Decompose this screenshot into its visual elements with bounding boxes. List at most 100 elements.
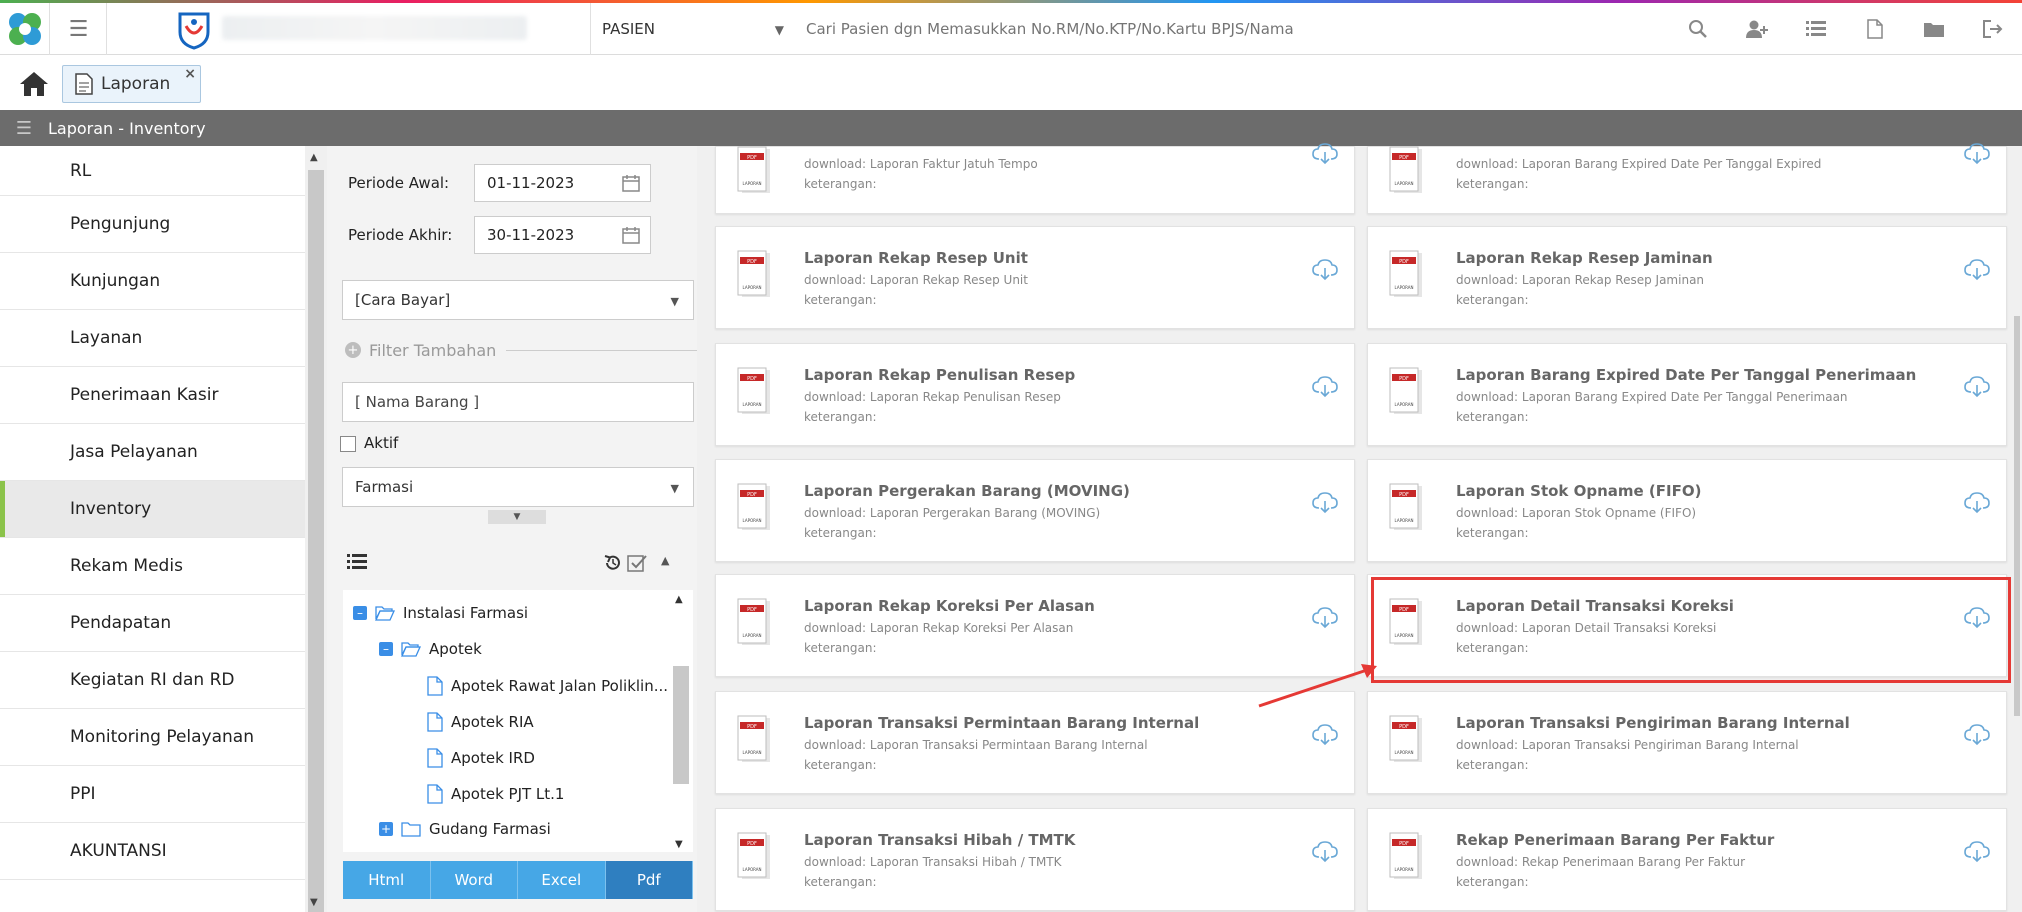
report-title[interactable]: Laporan Stok Opname (FIFO)	[1456, 482, 1701, 500]
export-excel-button[interactable]: Excel	[518, 861, 606, 899]
sidebar-item-pendapatan[interactable]: Pendapatan	[0, 595, 305, 652]
cloud-download-icon[interactable]	[1964, 376, 1990, 402]
scroll-down-icon[interactable]: ▼	[310, 897, 318, 908]
folder-icon[interactable]	[1904, 3, 1963, 55]
tab-laporan[interactable]: Laporan ×	[62, 65, 201, 103]
pdf-file-icon[interactable]	[1845, 3, 1904, 55]
sidebar-item-kunjungan[interactable]: Kunjungan	[0, 253, 305, 310]
tree-node-apotek[interactable]: – Apotek	[379, 640, 482, 658]
report-title[interactable]: Laporan Rekap Resep Unit	[804, 249, 1028, 267]
cloud-download-icon[interactable]	[1312, 376, 1338, 402]
scroll-up-icon[interactable]: ▲	[310, 152, 318, 163]
cloud-download-icon[interactable]	[1964, 143, 1990, 169]
sidebar-item-layanan[interactable]: Layanan	[0, 310, 305, 367]
tree-scrollbar[interactable]: ▲ ▼	[670, 590, 692, 852]
tree-node-apotek-ria[interactable]: Apotek RIA	[427, 712, 534, 732]
periode-akhir-input[interactable]: 30-11-2023	[474, 216, 651, 254]
tree-node-apotek-pjt[interactable]: Apotek PJT Lt.1	[427, 784, 564, 804]
report-card[interactable]: PDF LAPORAN Laporan Transaksi Hibah / TMTK…	[715, 808, 1355, 911]
sidebar-item-pengunjung[interactable]: Pengunjung	[0, 196, 305, 253]
add-user-icon[interactable]	[1727, 3, 1786, 55]
sidebar-item-monitoring-pelayanan[interactable]: Monitoring Pelayanan	[0, 709, 305, 766]
menu-icon[interactable]: ☰	[51, 3, 107, 55]
report-card[interactable]: PDF LAPORAN Laporan Rekap Penulisan Resep d…	[715, 343, 1355, 446]
report-card[interactable]: PDF LAPORAN Laporan Transaksi Pengiriman B…	[1367, 691, 2007, 794]
menu-icon[interactable]: ☰	[0, 118, 48, 139]
sidebar-item-rl[interactable]: RL	[0, 146, 305, 196]
unit-select[interactable]: Farmasi ▼	[342, 467, 694, 507]
report-card[interactable]: PDF LAPORAN Rekap Penerimaan Barang Per Fa…	[1367, 808, 2007, 911]
app-logo-icon[interactable]	[0, 3, 50, 55]
export-pdf-button[interactable]: Pdf	[605, 861, 693, 899]
export-word-button[interactable]: Word	[430, 861, 518, 899]
reset-icon[interactable]	[603, 553, 623, 573]
sidebar-scrollbar[interactable]: ▲ ▼	[305, 146, 327, 912]
export-html-button[interactable]: Html	[343, 861, 431, 899]
cloud-download-icon[interactable]	[1312, 841, 1338, 867]
tree-node-gudang-farmasi[interactable]: + Gudang Farmasi	[379, 820, 551, 838]
cloud-download-icon[interactable]	[1312, 607, 1338, 633]
calendar-icon[interactable]	[622, 174, 640, 196]
sidebar-item-kegiatan-ri-rd[interactable]: Kegiatan RI dan RD	[0, 652, 305, 709]
cara-bayar-select[interactable]: [Cara Bayar] ▼	[342, 280, 694, 320]
check-all-icon[interactable]	[627, 553, 647, 573]
report-card[interactable]: PDF LAPORAN Laporan Rekap Resep Jaminan dow…	[1367, 226, 2007, 329]
report-card[interactable]: PDF LAPORAN download: Laporan Faktur Jatuh…	[715, 143, 1355, 214]
home-icon[interactable]	[18, 70, 50, 100]
cloud-download-icon[interactable]	[1312, 143, 1338, 169]
list-icon[interactable]	[1786, 3, 1845, 55]
tree-node-instalasi-farmasi[interactable]: – Instalasi Farmasi	[353, 604, 528, 622]
plus-icon[interactable]: +	[345, 342, 361, 358]
collapse-icon[interactable]: –	[379, 642, 393, 656]
cloud-download-icon[interactable]	[1964, 724, 1990, 750]
cloud-download-icon[interactable]	[1312, 259, 1338, 285]
logout-icon[interactable]	[1963, 3, 2022, 55]
cloud-download-icon[interactable]	[1312, 724, 1338, 750]
scroll-down-icon[interactable]: ▼	[675, 839, 683, 850]
tree-node-apotek-rawat-jalan[interactable]: Apotek Rawat Jalan Poliklin...	[427, 676, 668, 696]
periode-awal-input[interactable]: 01-11-2023	[474, 164, 651, 202]
report-title[interactable]: Laporan Transaksi Pengiriman Barang Inte…	[1456, 714, 1850, 732]
expand-icon[interactable]: +	[379, 822, 393, 836]
report-card[interactable]: PDF LAPORAN Laporan Barang Expired Date Pe…	[1367, 343, 2007, 446]
aktif-checkbox[interactable]	[340, 436, 356, 452]
cloud-download-icon[interactable]	[1964, 841, 1990, 867]
sidebar-item-inventory[interactable]: Inventory	[0, 481, 305, 538]
cloud-download-icon[interactable]	[1964, 492, 1990, 518]
scroll-up-icon[interactable]: ▲	[675, 594, 683, 605]
report-title[interactable]: Rekap Penerimaan Barang Per Faktur	[1456, 831, 1774, 849]
sidebar-item-rekam-medis[interactable]: Rekam Medis	[0, 538, 305, 595]
search-icon[interactable]	[1668, 3, 1727, 55]
patient-search-input[interactable]	[800, 3, 1700, 55]
report-scrollbar[interactable]	[2012, 146, 2022, 912]
patient-type-select[interactable]: PASIEN ▼	[592, 3, 792, 55]
cloud-download-icon[interactable]	[1964, 259, 1990, 285]
nama-barang-input[interactable]: [ Nama Barang ]	[342, 382, 694, 422]
scrollbar-thumb[interactable]	[2014, 316, 2020, 716]
report-title[interactable]: Laporan Barang Expired Date Per Tanggal …	[1456, 366, 1916, 384]
report-card[interactable]: PDF LAPORAN Laporan Stok Opname (FIFO) down…	[1367, 459, 2007, 562]
scrollbar-thumb[interactable]	[673, 666, 689, 784]
report-title[interactable]: Laporan Rekap Resep Jaminan	[1456, 249, 1713, 267]
report-card[interactable]: PDF LAPORAN Laporan Rekap Resep Unit downlo…	[715, 226, 1355, 329]
report-title[interactable]: Laporan Rekap Penulisan Resep	[804, 366, 1075, 384]
chevron-up-icon[interactable]: ▲	[661, 554, 669, 567]
report-title[interactable]: Laporan Transaksi Hibah / TMTK	[804, 831, 1075, 849]
tree-node-apotek-ird[interactable]: Apotek IRD	[427, 748, 535, 768]
report-card[interactable]: PDF LAPORAN download: Laporan Barang Expir…	[1367, 143, 2007, 214]
collapse-toggle[interactable]: ▼	[488, 510, 546, 524]
report-card[interactable]: PDF LAPORAN Laporan Pergerakan Barang (MOV…	[715, 459, 1355, 562]
report-title[interactable]: Laporan Rekap Koreksi Per Alasan	[804, 597, 1095, 615]
sidebar-item-jasa-pelayanan[interactable]: Jasa Pelayanan	[0, 424, 305, 481]
scrollbar-thumb[interactable]	[308, 170, 324, 912]
list-icon[interactable]	[347, 553, 367, 571]
collapse-icon[interactable]: –	[353, 606, 367, 620]
sidebar-item-penerimaan-kasir[interactable]: Penerimaan Kasir	[0, 367, 305, 424]
report-title[interactable]: Laporan Transaksi Permintaan Barang Inte…	[804, 714, 1199, 732]
cloud-download-icon[interactable]	[1312, 492, 1338, 518]
sidebar-item-ppi[interactable]: PPI	[0, 766, 305, 823]
report-title[interactable]: Laporan Pergerakan Barang (MOVING)	[804, 482, 1130, 500]
calendar-icon[interactable]	[622, 226, 640, 248]
close-icon[interactable]: ×	[184, 66, 196, 82]
sidebar-item-akuntansi[interactable]: AKUNTANSI	[0, 823, 305, 880]
